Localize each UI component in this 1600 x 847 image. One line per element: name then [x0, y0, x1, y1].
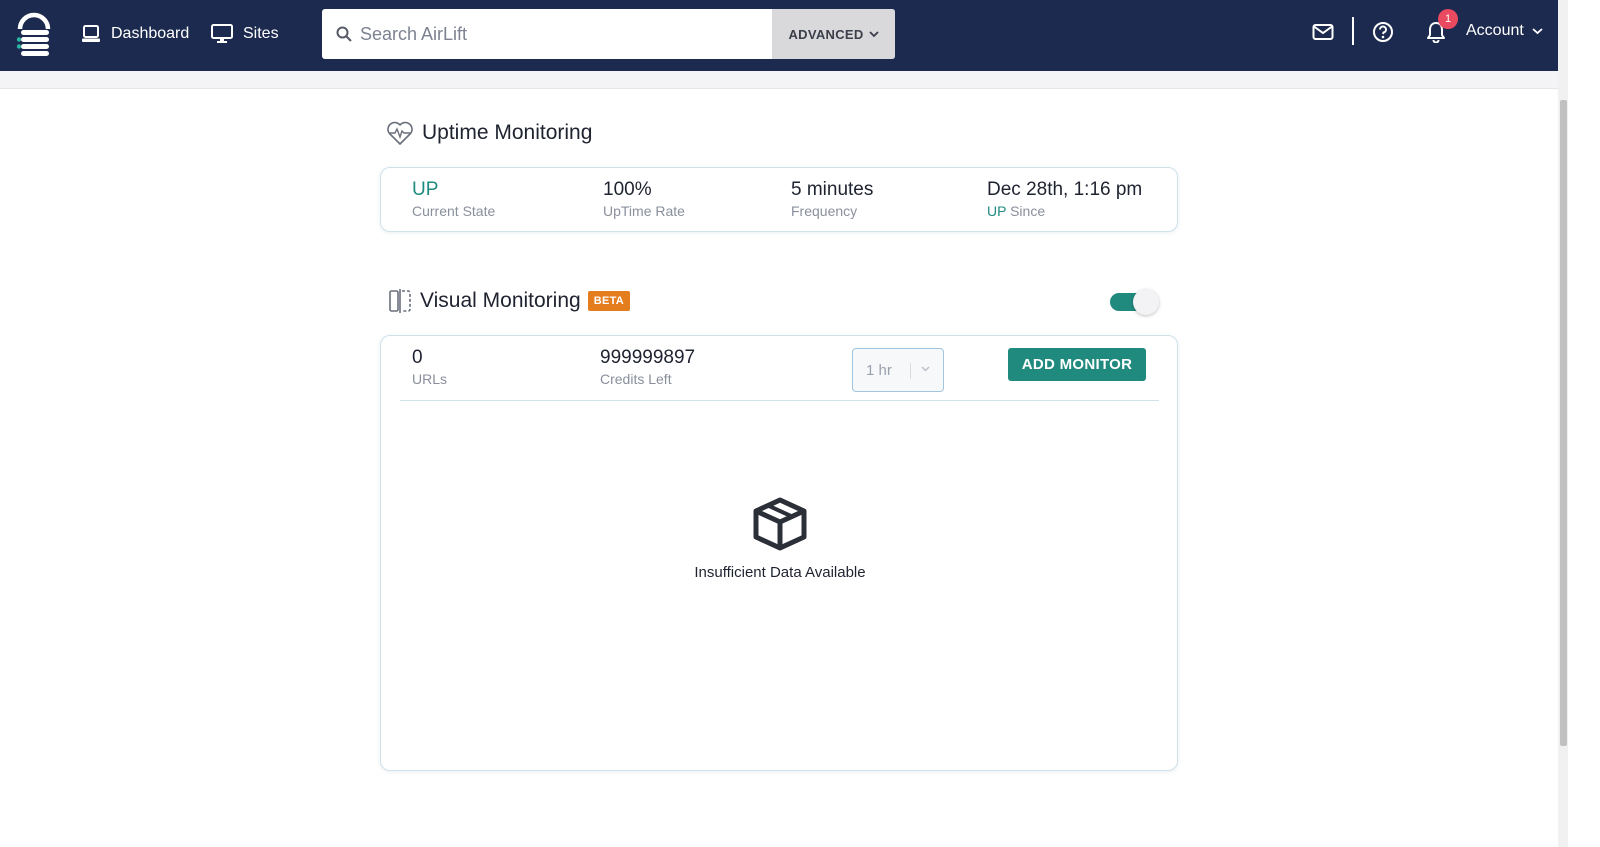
up-since-state: UP	[987, 203, 1007, 219]
up-since-stat: Dec 28th, 1:16 pm UP Since	[987, 179, 1142, 219]
visual-section-title: Visual Monitoring BETA	[388, 288, 631, 314]
heartbeat-icon	[387, 121, 413, 145]
frequency-stat: 5 minutes Frequency	[791, 179, 873, 219]
urls-stat: 0 URLs	[412, 347, 447, 387]
credits-value: 999999897	[600, 347, 696, 368]
chevron-down-icon	[1532, 28, 1543, 35]
mail-icon[interactable]	[1311, 20, 1335, 44]
uptime-rate-value: 100%	[603, 179, 652, 200]
current-state-stat: UP Current State	[412, 179, 495, 219]
visual-compare-icon	[389, 289, 411, 313]
nav-divider	[1352, 17, 1354, 45]
current-state-value: UP	[412, 179, 439, 200]
uptime-title-text: Uptime Monitoring	[422, 121, 593, 144]
search-field[interactable]	[322, 9, 772, 59]
notification-badge: 1	[1438, 9, 1458, 29]
frequency-label: Frequency	[791, 203, 858, 219]
urls-label: URLs	[412, 371, 448, 387]
advanced-label: ADVANCED	[788, 26, 864, 42]
urls-value: 0	[412, 347, 423, 368]
current-state-label: Current State	[412, 203, 496, 219]
nav-sites[interactable]: Sites	[211, 22, 279, 46]
nav-dashboard[interactable]: Dashboard	[81, 22, 189, 46]
account-menu[interactable]: Account	[1466, 22, 1543, 40]
sub-header-bar	[0, 71, 1558, 89]
visual-title-text: Visual Monitoring	[420, 289, 581, 312]
credits-stat: 999999897 Credits Left	[600, 347, 695, 387]
interval-select[interactable]: 1 hr	[852, 348, 944, 392]
account-label: Account	[1466, 22, 1524, 39]
up-since-text: Since	[1006, 203, 1046, 219]
beta-badge: BETA	[587, 291, 631, 311]
empty-box-icon	[753, 497, 807, 551]
frequency-value: 5 minutes	[791, 179, 874, 200]
visual-monitoring-toggle[interactable]	[1109, 289, 1159, 315]
uptime-rate-stat: 100% UpTime Rate	[603, 179, 685, 219]
uptime-section-title: Uptime Monitoring	[386, 120, 592, 146]
search-input[interactable]	[360, 23, 740, 45]
monitor-icon	[211, 24, 233, 43]
card-divider	[400, 400, 1159, 401]
advanced-search-button[interactable]: ADVANCED	[772, 9, 895, 59]
chevron-down-icon	[868, 31, 879, 38]
uptime-rate-label: UpTime Rate	[603, 203, 685, 219]
search-icon	[336, 26, 352, 42]
select-separator	[910, 363, 911, 379]
laptop-icon	[82, 25, 100, 42]
uptime-card: UP Current State 100% UpTime Rate 5 minu…	[380, 167, 1178, 232]
search-bar: ADVANCED	[322, 9, 895, 59]
help-icon[interactable]	[1371, 20, 1395, 44]
visual-card: 0 URLs 999999897 Credits Left 1 hr ADD M…	[380, 335, 1178, 771]
nav-sites-label: Sites	[243, 25, 279, 42]
nav-dashboard-label: Dashboard	[111, 25, 190, 42]
empty-state-message: Insufficient Data Available	[694, 564, 866, 581]
up-since-label: UP Since	[987, 203, 1142, 219]
interval-value: 1 hr	[866, 361, 892, 379]
chevron-down-icon	[921, 366, 930, 372]
toggle-knob	[1133, 289, 1159, 315]
up-since-value: Dec 28th, 1:16 pm	[987, 179, 1143, 200]
top-navbar: Dashboard Sites ADVANCED	[0, 0, 1558, 71]
airlift-logo-icon[interactable]	[16, 12, 52, 56]
page-scrollbar-thumb[interactable]	[1560, 100, 1567, 746]
add-monitor-button[interactable]: ADD MONITOR	[1008, 348, 1146, 381]
credits-label: Credits Left	[600, 371, 672, 387]
